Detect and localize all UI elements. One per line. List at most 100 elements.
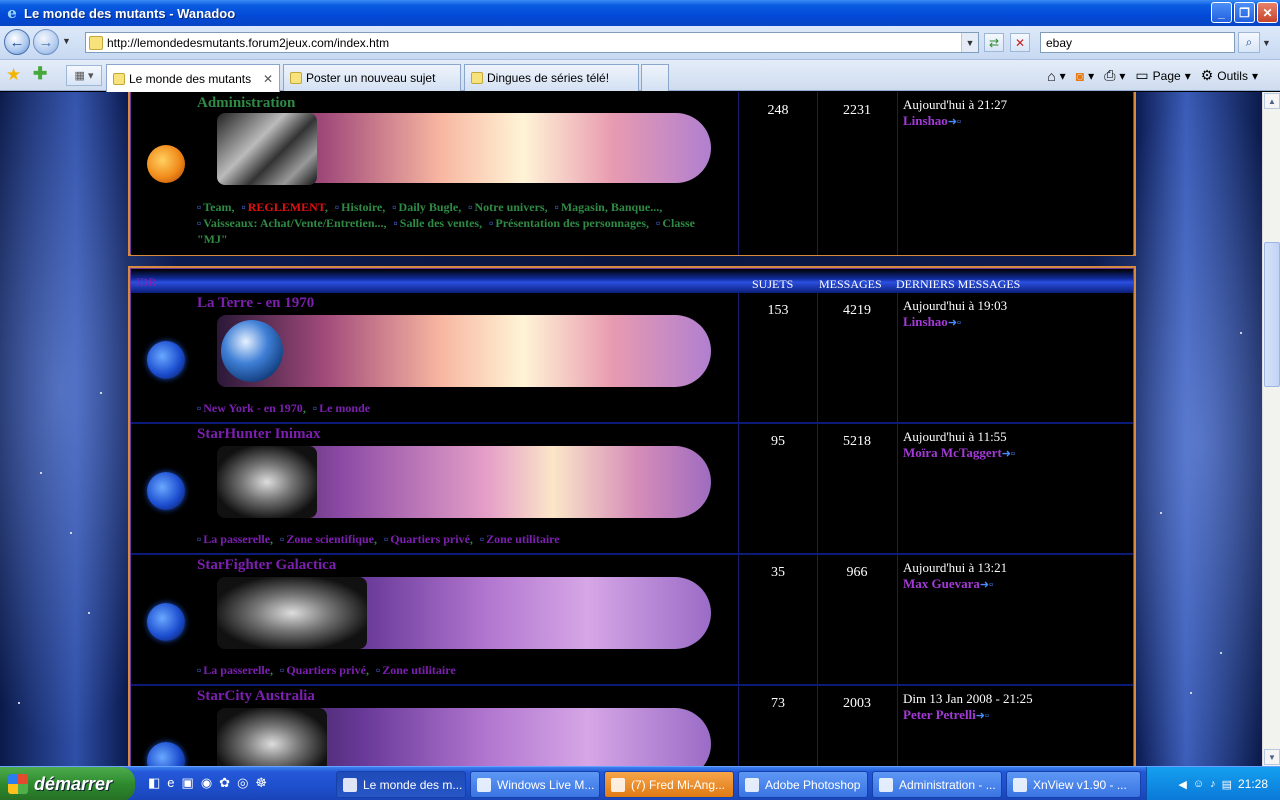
search-input[interactable]: ebay [1040, 32, 1235, 53]
last-post: Aujourd'hui à 13:21 Max Guevara➜▫ [903, 560, 1007, 593]
last-post-user[interactable]: Linshao [903, 314, 948, 329]
subforum-link[interactable]: Magasin, Banque... [555, 200, 660, 214]
subforum-link[interactable]: Quartiers privé [280, 663, 366, 677]
forum-row-la-terre: La Terre - en 1970 153 4219 Aujourd'hui … [131, 293, 1133, 424]
close-button[interactable]: ✕ [1257, 2, 1278, 23]
go-to-post-icon[interactable]: ➜▫ [948, 317, 961, 329]
subforum-link[interactable]: La passerelle [197, 532, 270, 546]
feeds-button[interactable]: ◙ ▾ [1076, 68, 1095, 84]
go-to-post-icon[interactable]: ➜▫ [948, 116, 961, 128]
subforum-link[interactable]: Zone utilitaire [480, 532, 560, 546]
address-bar[interactable]: http://lemondedesmutants.forum2jeux.com/… [85, 32, 979, 53]
subforum-link[interactable]: REGLEMENT [242, 200, 325, 214]
vertical-scrollbar[interactable]: ▲ ▼ [1262, 92, 1280, 766]
tray-user-icon[interactable]: ☺ [1193, 778, 1204, 790]
scroll-down-icon[interactable]: ▼ [1264, 749, 1280, 765]
last-post-user[interactable]: Linshao [903, 113, 948, 128]
maximize-button[interactable]: ❐ [1234, 2, 1255, 23]
go-to-post-icon[interactable]: ➜▫ [976, 710, 989, 722]
tab-le-monde-des-mutants[interactable]: Le monde des mutants ✕ [106, 64, 280, 92]
taskbar-button-admin[interactable]: Administration - ... [872, 771, 1002, 798]
go-to-post-icon[interactable]: ➜▫ [980, 579, 993, 591]
tools-menu[interactable]: ⚙ Outils ▾ [1201, 67, 1258, 84]
minimize-button[interactable]: _ [1211, 2, 1232, 23]
last-post-user[interactable]: Max Guevara [903, 576, 980, 591]
page-menu[interactable]: ▭ Page ▾ [1135, 67, 1190, 84]
go-to-post-icon[interactable]: ➜▫ [1002, 448, 1015, 460]
command-bar: ⌂ ▾ ◙ ▾ ⎙ ▾ ▭ Page ▾ ⚙ Outils ▾ [1047, 60, 1280, 91]
player-icon[interactable]: ◎ [237, 775, 248, 791]
forum-title[interactable]: La Terre - en 1970 [197, 295, 314, 312]
tray-network-icon[interactable]: ▤ [1222, 778, 1232, 791]
subforum-link[interactable]: New York - en 1970 [197, 401, 303, 415]
taskbar-button-label: Adobe Photoshop [765, 777, 861, 792]
last-post-user[interactable]: Peter Petrelli [903, 707, 976, 722]
taskbar-button-photoshop[interactable]: Adobe Photoshop [738, 771, 868, 798]
quick-tabs-icon[interactable]: ▦ ▾ [66, 65, 102, 86]
taskbar-button-ie[interactable]: Le monde des m... [336, 771, 466, 798]
url-text[interactable]: http://lemondedesmutants.forum2jeux.com/… [107, 36, 389, 50]
new-tab-button[interactable] [641, 64, 669, 91]
taskbar-button-xnview[interactable]: XnView v1.90 - ... [1006, 771, 1141, 798]
forum-title[interactable]: StarHunter Inimax [197, 426, 320, 443]
window-title: Le monde des mutants - Wanadoo [24, 5, 236, 21]
subforum-link[interactable]: Daily Bugle [392, 200, 458, 214]
stop-icon[interactable]: ✕ [1010, 33, 1030, 52]
subforum-link[interactable]: La passerelle [197, 663, 270, 677]
home-icon: ⌂ [1047, 67, 1056, 84]
subforum-link[interactable]: Salle des ventes [394, 216, 480, 230]
chrome-icon[interactable]: ◉ [201, 775, 212, 791]
subforum-link[interactable]: Team [197, 200, 232, 214]
forum-title[interactable]: StarCity Australia [197, 688, 315, 705]
home-button[interactable]: ⌂ ▾ [1047, 68, 1066, 84]
back-button[interactable]: ← [4, 29, 30, 55]
category-name[interactable]: JDR [135, 275, 156, 290]
forum-row-starcity: StarCity Australia 73 2003 Dim 13 Jan 20… [131, 686, 1133, 766]
show-desktop-icon[interactable]: ◧ [148, 775, 160, 791]
scroll-thumb[interactable] [1264, 242, 1280, 387]
refresh-icon[interactable]: ⇄ [984, 33, 1004, 52]
forum-row-starfighter: StarFighter Galactica 35 966 Aujourd'hui… [131, 555, 1133, 686]
subforum-link[interactable]: Vaisseaux: Achat/Vente/Entretien... [197, 216, 384, 230]
taskbar-button-chat[interactable]: (7) Fred Mi-Ang... [604, 771, 734, 798]
topic-count: 35 [771, 565, 785, 580]
jdr-category: JDR SUJETS MESSAGES DERNIERS MESSAGES La… [128, 266, 1136, 766]
scroll-up-icon[interactable]: ▲ [1264, 93, 1280, 109]
tab-close-icon[interactable]: ✕ [263, 72, 273, 86]
address-dropdown-icon[interactable]: ▼ [961, 33, 978, 52]
subforum-link[interactable]: Histoire [335, 200, 382, 214]
favorites-star-icon[interactable]: ★ [6, 65, 21, 85]
tab-dingues-de-series[interactable]: Dingues de séries télé! [464, 64, 639, 91]
messenger-icon[interactable]: ✿ [219, 775, 230, 791]
last-post-user[interactable]: Moïra McTaggert [903, 445, 1002, 460]
print-button[interactable]: ⎙ ▾ [1104, 67, 1125, 84]
subforum-link[interactable]: Zone utilitaire [376, 663, 456, 677]
clock[interactable]: 21:28 [1238, 777, 1268, 791]
windows-flag-icon [8, 774, 28, 794]
forum-banner [217, 708, 711, 766]
subforum-link[interactable]: Le monde [313, 401, 370, 415]
search-options-icon[interactable]: ▼ [1262, 38, 1271, 48]
search-icon[interactable]: ⌕ [1238, 32, 1260, 53]
forum-row-starhunter: StarHunter Inimax 95 5218 Aujourd'hui à … [131, 424, 1133, 555]
taskbar-button-label: (7) Fred Mi-Ang... [631, 777, 726, 792]
subforum-link[interactable]: Présentation des personnages [489, 216, 646, 230]
subforum-link[interactable]: Quartiers privé [384, 532, 470, 546]
history-dropdown-icon[interactable]: ▼ [62, 36, 71, 46]
subforum-list: Team, REGLEMENT, Histoire, Daily Bugle, … [197, 199, 717, 247]
tray-volume-icon[interactable]: ♪ [1210, 778, 1216, 790]
subforum-link[interactable]: Notre univers [468, 200, 544, 214]
ie-quicklaunch-icon[interactable]: e [167, 775, 174, 791]
forward-button[interactable]: → [33, 29, 59, 55]
xnview-quicklaunch-icon[interactable]: ☸ [255, 775, 267, 791]
forum-title[interactable]: StarFighter Galactica [197, 557, 336, 574]
subforum-link[interactable]: Zone scientifique [280, 532, 374, 546]
add-favorite-icon[interactable]: ✚ [33, 64, 47, 84]
taskbar-button-wlm[interactable]: Windows Live M... [470, 771, 600, 798]
tab-poster-nouveau-sujet[interactable]: Poster un nouveau sujet [283, 64, 461, 91]
tab-favicon-icon [471, 72, 483, 84]
tray-expand-icon[interactable]: ◀ [1178, 778, 1186, 791]
media-icon[interactable]: ▣ [182, 775, 194, 791]
start-button[interactable]: démarrer [0, 767, 135, 800]
forum-title[interactable]: Administration [197, 95, 295, 112]
